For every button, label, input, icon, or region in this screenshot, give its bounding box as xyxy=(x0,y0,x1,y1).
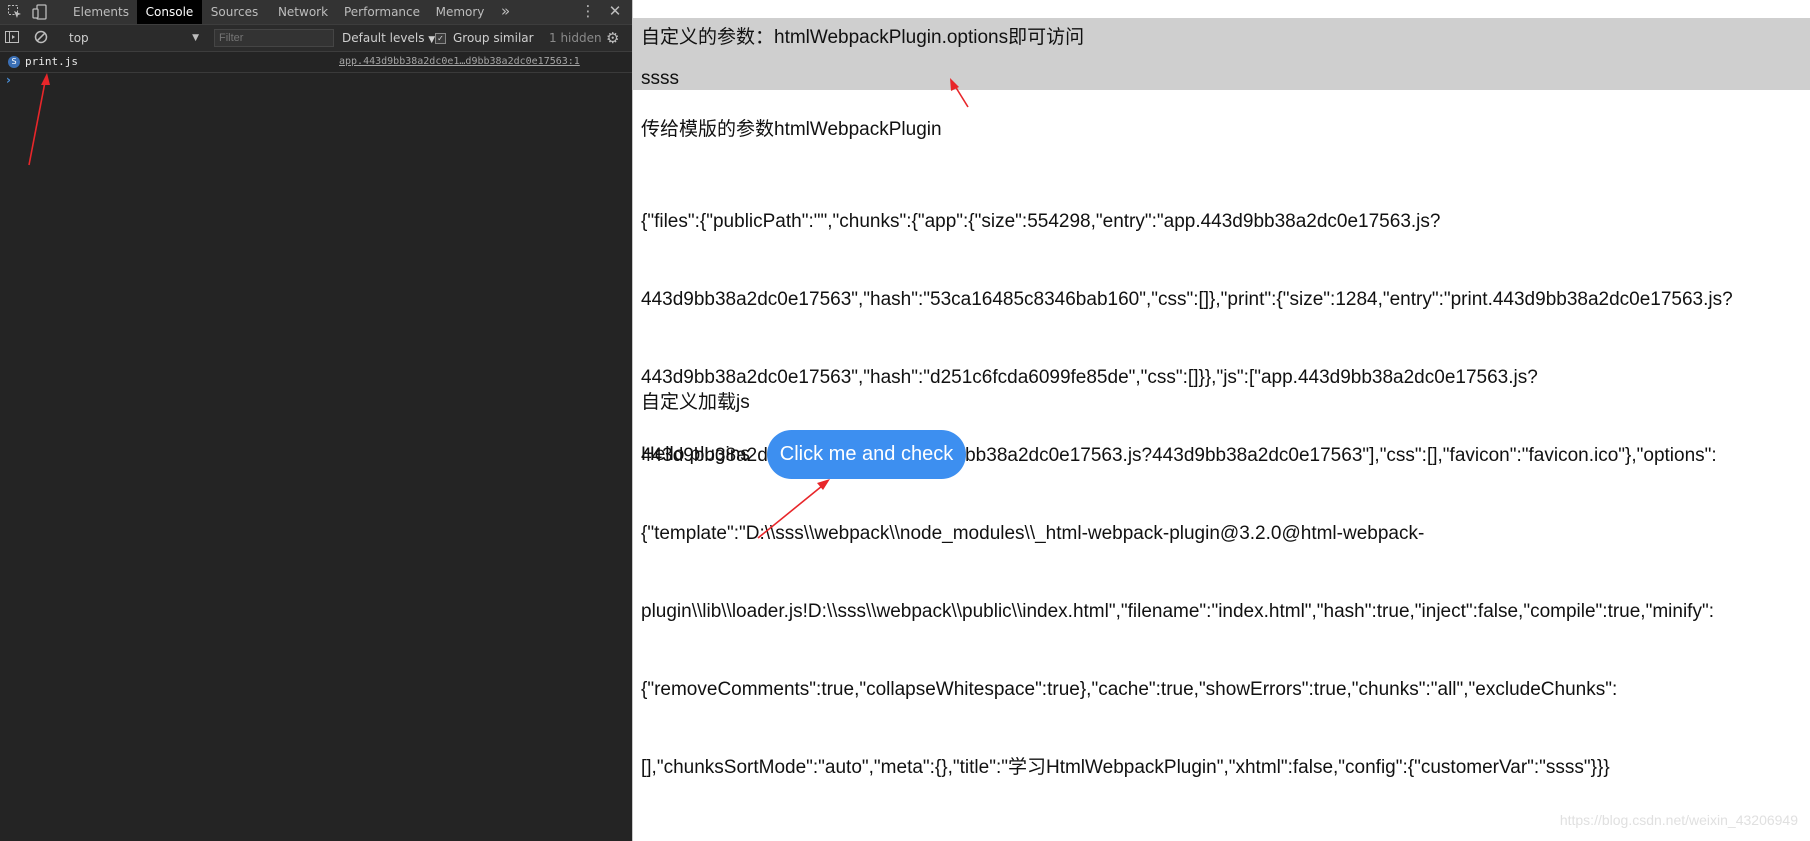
tab-memory[interactable]: Memory xyxy=(432,0,488,24)
hello-text: Hello plugins xyxy=(641,444,750,465)
click-check-button[interactable]: Click me and check xyxy=(767,430,966,479)
hidden-count: 1 hidden xyxy=(549,31,602,45)
console-prompt[interactable]: › xyxy=(6,73,11,87)
custom-js-heading: 自定义加载js xyxy=(641,392,750,413)
group-similar-label: Group similar xyxy=(453,31,534,45)
devtools-panel: Elements Console Sources Network Perform… xyxy=(0,0,632,841)
json-line: {"files":{"publicPath":"","chunks":{"app… xyxy=(641,211,1441,232)
devtools-tabbar: Elements Console Sources Network Perform… xyxy=(0,0,632,25)
custom-params-heading: 自定义的参数：htmlWebpackPlugin.options即可访问 xyxy=(641,27,1085,48)
chevron-down-icon: ▼ xyxy=(192,33,199,43)
json-line: [],"chunksSortMode":"auto","meta":{},"ti… xyxy=(641,757,1610,778)
plugin-json-dump: {"files":{"publicPath":"","chunks":{"app… xyxy=(641,157,1810,833)
settings-gear-icon[interactable]: ⚙ xyxy=(606,29,619,47)
tab-sources[interactable]: Sources xyxy=(207,0,262,24)
json-line: {"removeComments":true,"collapseWhitespa… xyxy=(641,679,1618,700)
clear-console-icon[interactable] xyxy=(33,29,51,47)
watermark: https://blog.csdn.net/weixin_43206949 xyxy=(1559,812,1798,828)
group-similar-checkbox[interactable]: ✓ xyxy=(435,33,446,44)
json-line: 443d9bb38a2dc0e17563","hash":"d251c6fcda… xyxy=(641,367,1538,388)
filter-input[interactable] xyxy=(214,29,334,47)
context-value: top xyxy=(69,31,89,45)
json-line: plugin\\lib\\loader.js!D:\\sss\\webpack\… xyxy=(641,601,1714,622)
custom-var-value: ssss xyxy=(641,68,679,89)
template-params-heading: 传给模版的参数htmlWebpackPlugin xyxy=(641,119,942,140)
tab-performance[interactable]: Performance xyxy=(343,0,421,24)
device-toggle-icon[interactable] xyxy=(31,3,49,21)
json-line: {"template":"D:\\sss\\webpack\\node_modu… xyxy=(641,523,1425,544)
tab-network[interactable]: Network xyxy=(274,0,332,24)
tab-console[interactable]: Console xyxy=(137,0,202,24)
script-badge-icon: S xyxy=(8,56,20,68)
inspect-element-icon[interactable] xyxy=(6,3,24,21)
kebab-menu-icon[interactable]: ⋮ xyxy=(580,0,596,24)
tab-elements[interactable]: Elements xyxy=(70,0,132,24)
sidebar-toggle-icon[interactable] xyxy=(4,29,22,47)
console-log-row: S print.js app.443d9bb38a2dc0e1…d9bb38a2… xyxy=(0,52,632,73)
log-source-link[interactable]: app.443d9bb38a2dc0e1…d9bb38a2dc0e17563:1 xyxy=(339,56,580,67)
log-message: print.js xyxy=(25,55,78,68)
rendered-page: 自定义的参数：htmlWebpackPlugin.options即可访问 sss… xyxy=(633,0,1810,841)
context-selector[interactable]: top ▼ xyxy=(69,29,199,47)
log-levels-label: Default levels xyxy=(342,31,425,45)
console-toolbar: top ▼ Default levels ▼ ✓ Group similar 1… xyxy=(0,25,632,52)
close-icon[interactable]: ✕ xyxy=(607,0,623,24)
json-line: 443d9bb38a2dc0e17563","hash":"53ca16485c… xyxy=(641,289,1733,310)
more-tabs-button[interactable]: » xyxy=(501,0,510,24)
log-levels-dropdown[interactable]: Default levels ▼ xyxy=(342,29,435,47)
